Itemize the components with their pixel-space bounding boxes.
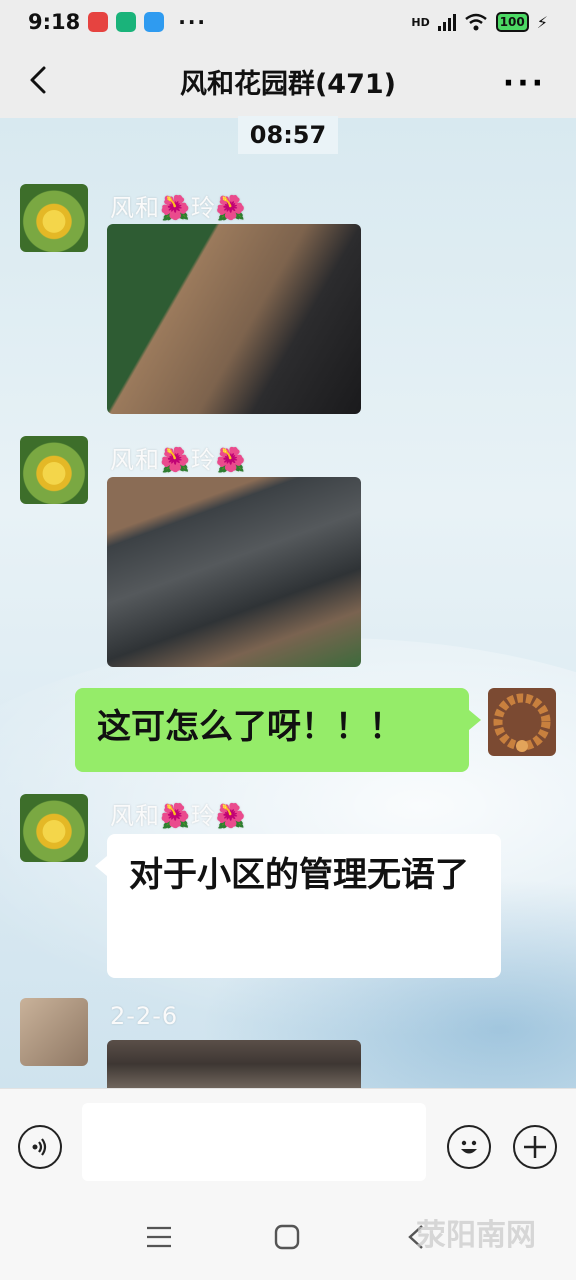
sender-name: 风和🌺玲🌺 — [110, 194, 247, 222]
message-text: 对于小区的管理无语了 — [129, 855, 469, 895]
notification-shield-icon — [116, 12, 137, 32]
avatar[interactable] — [20, 998, 88, 1066]
emoji-icon[interactable] — [447, 1125, 491, 1169]
home-icon[interactable] — [274, 1224, 300, 1250]
back-icon[interactable] — [24, 64, 56, 96]
voice-input-icon[interactable] — [18, 1125, 62, 1169]
chat-header: 风和花园群(471) ··· — [0, 44, 576, 118]
watermark-logo: 荥阳南网 — [416, 1218, 536, 1253]
more-icon[interactable]: ··· — [503, 66, 546, 101]
menu-icon[interactable] — [146, 1226, 172, 1248]
prayer-beads-icon — [493, 693, 551, 752]
message-input[interactable] — [82, 1103, 426, 1181]
image-message[interactable] — [107, 477, 361, 667]
status-time: 9:18 — [28, 10, 81, 34]
battery-icon: 100 — [495, 12, 529, 32]
notification-app-icon — [144, 12, 165, 32]
sender-name: 风和🌺玲🌺 — [110, 802, 247, 830]
sender-name: 2-2-6 — [110, 1002, 179, 1030]
hd-label: HD — [411, 15, 430, 29]
message-timestamp: 08:57 — [238, 116, 338, 154]
text-message-self[interactable]: 这可怎么了呀！！！ — [75, 688, 481, 772]
image-message[interactable] — [107, 1040, 361, 1088]
avatar[interactable] — [20, 794, 88, 862]
input-bar — [0, 1088, 576, 1193]
notification-app-icon — [88, 12, 109, 32]
avatar[interactable] — [20, 184, 88, 252]
sender-name: 风和🌺玲🌺 — [110, 446, 247, 474]
status-bar: 9:18 ··· HD 100 ⚡ — [0, 0, 576, 44]
charging-icon: ⚡ — [536, 12, 548, 32]
chat-title: 风和花园群(471) — [179, 68, 397, 100]
self-avatar[interactable] — [488, 688, 556, 756]
wifi-icon — [464, 13, 487, 31]
image-message[interactable] — [107, 224, 361, 414]
more-notifications-icon: ··· — [178, 10, 208, 34]
message-text: 这可怎么了呀！！！ — [97, 707, 403, 747]
text-message[interactable]: 对于小区的管理无语了 — [95, 834, 501, 978]
signal-icon — [437, 13, 456, 31]
avatar[interactable] — [20, 436, 88, 504]
add-icon[interactable] — [513, 1125, 557, 1169]
